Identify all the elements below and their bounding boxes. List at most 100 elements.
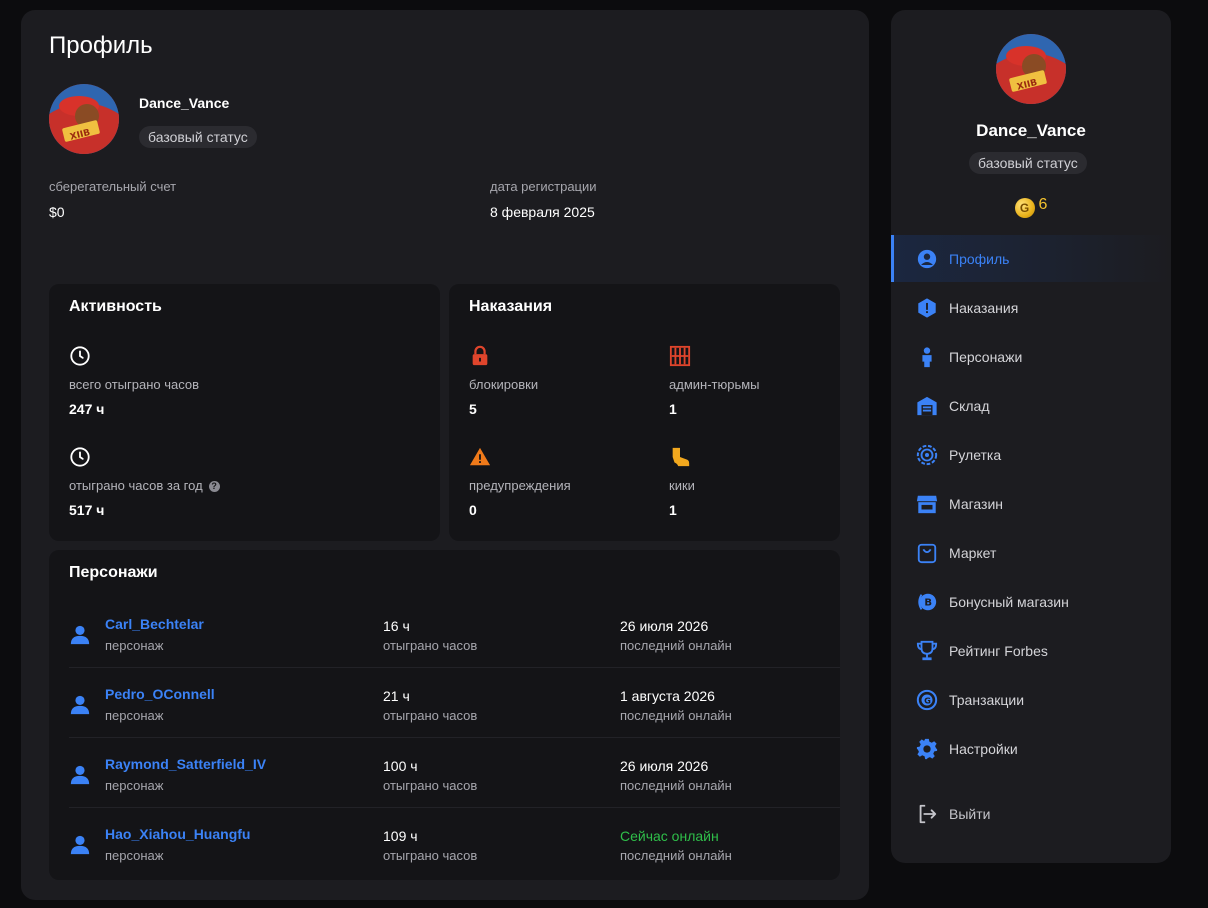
sidebar-item-roulette[interactable]: Рулетка <box>891 431 1171 478</box>
character-hours: 21 ч <box>383 688 410 704</box>
sidebar-item-warehouse[interactable]: Склад <box>891 382 1171 429</box>
warning-icon <box>469 447 491 466</box>
sidebar-item-market[interactable]: Маркет <box>891 529 1171 576</box>
characters-card: Персонажи Carl_Bechtelar персонаж 16 ч о… <box>49 550 840 880</box>
person-icon <box>70 625 90 645</box>
character-last-online-label: последний онлайн <box>620 848 732 863</box>
sidebar-item-label: Бонусный магазин <box>949 594 1069 610</box>
boot-icon <box>672 447 690 467</box>
sidebar-item-bonus-store[interactable]: B Бонусный магазин <box>891 578 1171 625</box>
coin-transfer-icon: G <box>916 689 938 711</box>
character-type: персонаж <box>105 708 164 723</box>
svg-text:G: G <box>924 695 931 705</box>
sidebar-item-punishments[interactable]: Наказания <box>891 284 1171 331</box>
character-last-online-label: последний онлайн <box>620 708 732 723</box>
character-last-online: 26 июля 2026 <box>620 758 709 774</box>
clock-icon <box>70 346 90 366</box>
svg-text:B: B <box>924 598 932 609</box>
bonus-coin-icon: B <box>918 593 937 611</box>
page-title: Профиль <box>49 32 153 59</box>
sidebar-item-transactions[interactable]: G Транзакции <box>891 676 1171 723</box>
profile-username: Dance_Vance <box>139 95 230 111</box>
sidebar-item-forbes-rating[interactable]: Рейтинг Forbes <box>891 627 1171 674</box>
character-hours-label: отыграно часов <box>383 778 478 793</box>
shopping-bag-icon <box>917 543 937 564</box>
jail-value: 1 <box>669 401 677 417</box>
jail-icon <box>669 345 691 367</box>
coin-balance: G6 <box>891 196 1171 218</box>
character-hours-label: отыграно часов <box>383 638 478 653</box>
regdate-value: 8 февраля 2025 <box>490 204 595 220</box>
punishments-title: Наказания <box>469 298 553 315</box>
character-hours-label: отыграно часов <box>383 848 478 863</box>
roulette-icon <box>916 444 938 466</box>
sidebar-item-label: Склад <box>949 398 990 414</box>
clock-icon <box>70 447 90 467</box>
person-icon <box>70 835 90 855</box>
status-badge: базовый статус <box>139 126 257 148</box>
character-online-status: Сейчас онлайн <box>620 828 719 844</box>
total-hours-label: всего отыграно часов <box>69 377 200 392</box>
logout-button[interactable]: Выйти <box>891 790 1171 837</box>
coin-amount: 6 <box>1038 196 1048 213</box>
sidebar-item-characters[interactable]: Персонажи <box>891 333 1171 380</box>
punishments-card: Наказания блокировки 5 админ-тюрьмы 1 пр… <box>449 284 840 541</box>
savings-label: сберегательный счет <box>49 179 177 194</box>
sidebar-item-label: Персонажи <box>949 349 1023 365</box>
sidebar-status-badge: базовый статус <box>969 152 1087 174</box>
activity-title: Активность <box>69 298 162 315</box>
character-hours-label: отыграно часов <box>383 708 478 723</box>
sidebar: XIIB Dance_Vance базовый статус G6 Профи… <box>891 10 1171 863</box>
character-last-online-label: последний онлайн <box>620 778 732 793</box>
jail-label: админ-тюрьмы <box>669 377 760 392</box>
character-hours: 109 ч <box>383 828 418 844</box>
sidebar-item-label: Транзакции <box>949 692 1025 708</box>
sidebar-item-profile[interactable]: Профиль <box>891 235 1171 282</box>
character-row[interactable]: Carl_Bechtelar персонаж 16 ч отыграно ча… <box>69 598 840 668</box>
sidebar-item-label: Маркет <box>949 545 997 561</box>
sidebar-item-label: Профиль <box>949 251 1010 267</box>
person-icon <box>70 695 90 715</box>
character-type: персонаж <box>105 778 164 793</box>
character-type: персонаж <box>105 848 164 863</box>
person-icon <box>922 347 932 368</box>
character-name-link[interactable]: Raymond_Satterfield_IV <box>105 756 266 772</box>
character-type: персонаж <box>105 638 164 653</box>
characters-title: Персонажи <box>69 564 158 581</box>
user-circle-icon <box>917 249 937 269</box>
bans-label: блокировки <box>469 377 539 392</box>
gear-icon <box>916 738 938 760</box>
character-row[interactable]: Raymond_Satterfield_IV персонаж 100 ч от… <box>69 738 840 808</box>
character-last-online: 26 июля 2026 <box>620 618 709 634</box>
character-name-link[interactable]: Carl_Bechtelar <box>105 616 204 632</box>
store-icon <box>916 495 938 514</box>
sidebar-username: Dance_Vance <box>976 121 1086 140</box>
character-row[interactable]: Pedro_OConnell персонаж 21 ч отыграно ча… <box>69 668 840 738</box>
profile-panel: Профиль XIIB Dance_Vance базовый статус … <box>21 10 869 900</box>
savings-value: $0 <box>49 204 65 220</box>
sidebar-item-label: Рейтинг Forbes <box>949 643 1048 659</box>
sidebar-item-store[interactable]: Магазин <box>891 480 1171 527</box>
logout-icon <box>919 804 937 824</box>
regdate-label: дата регистрации <box>490 179 597 194</box>
sidebar-avatar: XIIB <box>996 34 1066 104</box>
character-hours: 16 ч <box>383 618 410 634</box>
sidebar-item-label: Настройки <box>949 741 1018 757</box>
sidebar-item-label: Рулетка <box>949 447 1002 463</box>
warnings-label: предупреждения <box>469 478 571 493</box>
character-row[interactable]: Hao_Xiahou_Huangfu персонаж 109 ч отыгра… <box>69 808 840 878</box>
bans-value: 5 <box>469 401 477 417</box>
character-last-online-label: последний онлайн <box>620 638 732 653</box>
trophy-icon <box>916 640 938 661</box>
year-hours-label-wrap: отыграно часов за год? <box>69 478 220 493</box>
total-hours-value: 247 ч <box>69 401 105 417</box>
help-icon[interactable]: ? <box>208 481 220 492</box>
sidebar-item-label: Наказания <box>949 300 1019 316</box>
year-hours-value: 517 ч <box>69 502 105 518</box>
kicks-label: кики <box>669 478 695 493</box>
kicks-value: 1 <box>669 502 677 518</box>
character-name-link[interactable]: Hao_Xiahou_Huangfu <box>105 826 250 842</box>
year-hours-label: отыграно часов за год <box>69 478 203 493</box>
sidebar-item-settings[interactable]: Настройки <box>891 725 1171 772</box>
character-name-link[interactable]: Pedro_OConnell <box>105 686 215 702</box>
